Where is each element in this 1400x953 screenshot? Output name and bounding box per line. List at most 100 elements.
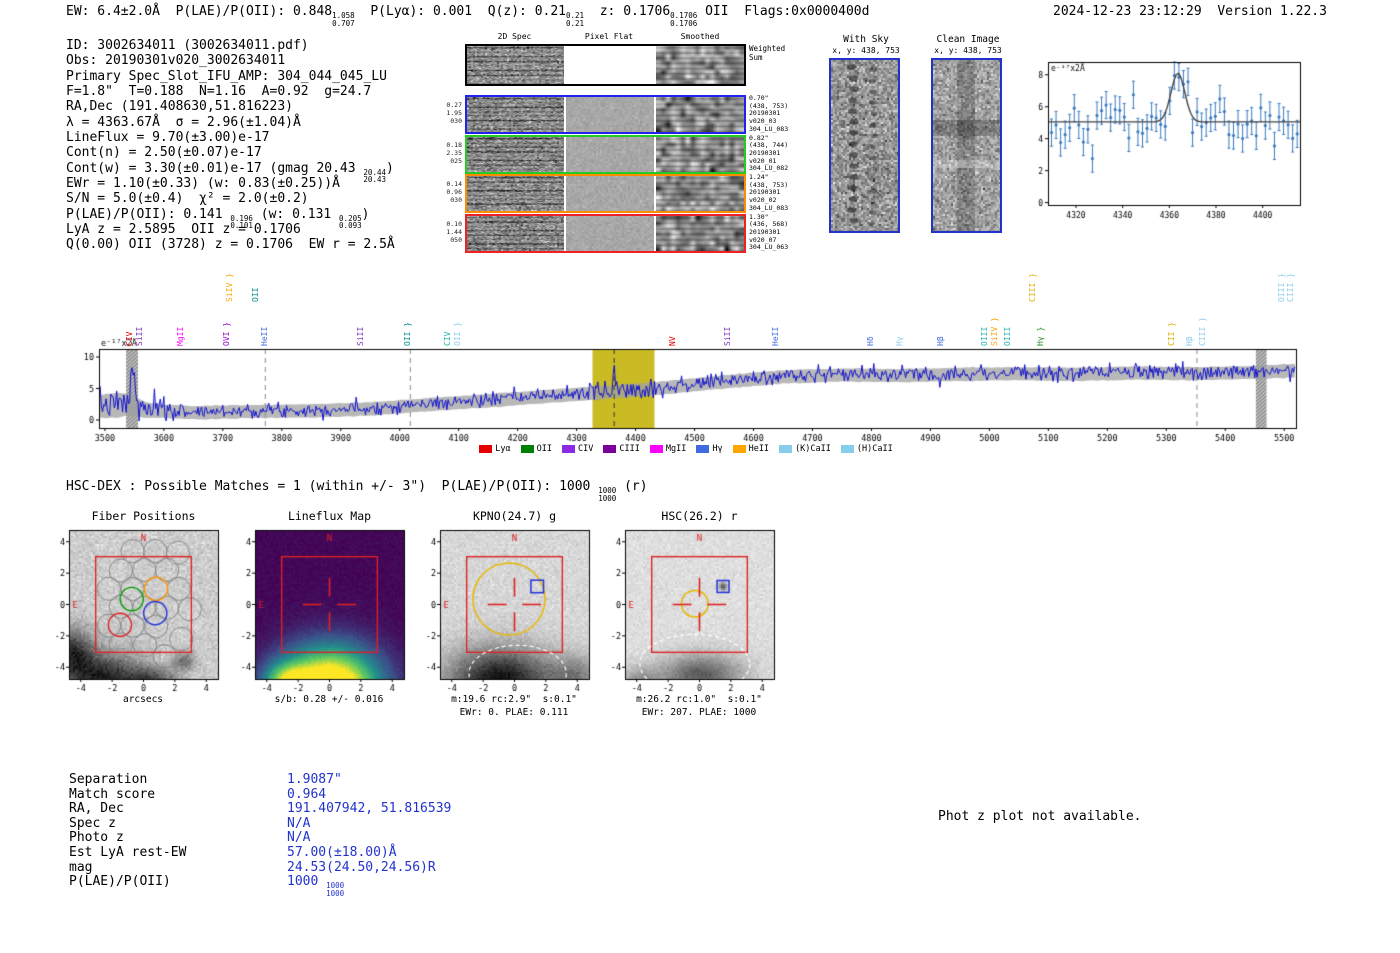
spectrum-line-label: SiIV } (989, 317, 999, 346)
info-line: λ = 4363.67Å σ = 2.96(±1.04)Å (66, 115, 395, 130)
row-2d-spec-canvas (467, 176, 564, 211)
weighted-smoothed-canvas (656, 46, 744, 84)
match-table-value: N/A (287, 830, 310, 845)
legend-item: (H)CaII (840, 444, 893, 454)
info-line: Q(0.00) OII (3728) z = 0.1706 EW r = 2.5… (66, 237, 395, 252)
match-table-row: mag 24.53(24.50,24.56)R (69, 860, 451, 875)
info-line: EWr = 1.10(±0.33) (w: 0.83(±0.25))Å (66, 176, 395, 191)
info-line: LineFlux = 9.70(±3.00)e-17 (66, 130, 395, 145)
legend-label: OII (536, 444, 552, 454)
full-spectrum-canvas (66, 338, 1306, 458)
text-segment: Primary Spec_Slot_IFU_AMP: 304_044_045_L… (66, 68, 387, 84)
kpno-g-caption2: EWr: 0. PLAE: 0.111 (459, 707, 569, 718)
spectrum-line-label: CII } (1166, 321, 1176, 346)
legend-swatch (696, 445, 710, 453)
photz-note: Phot z plot not available. (938, 809, 1142, 824)
match-table-value: 24.53(24.50,24.56)R (287, 860, 436, 875)
text-segment: P(LAE)/P(OII): 0.141 (66, 206, 231, 222)
spec2d-col-header-pixelflat: Pixel Flat (584, 32, 634, 41)
spectrum-line-label: CIII } (1197, 317, 1207, 346)
with-sky-title: With Sky (843, 34, 889, 45)
match-table-row: RA, Dec 191.407942, 51.816539 (69, 801, 451, 816)
spectrum-line-label: Hγ (894, 336, 904, 346)
hsc-dex-summary-line: HSC-DEX : Possible Matches = 1 (within +… (66, 479, 648, 502)
legend-item: OII (520, 444, 552, 454)
text-segment: 0.964 (287, 786, 327, 802)
match-table-label: RA, Dec (69, 801, 124, 817)
cutout-title-hsc-r: HSC(26.2) r (661, 509, 738, 523)
spectrum-line-label: OII } (402, 321, 412, 346)
clean-image-title: Clean Image (936, 34, 1000, 45)
spec2d-row (465, 174, 746, 213)
text-segment: λ = 4363.67Å σ = 2.96(±1.04)Å (66, 114, 301, 130)
spectrum-line-label: OIII (1002, 326, 1012, 346)
text-segment: P(Lyα): 0.001 Q(z): 0.21 (354, 4, 567, 19)
spec2d-row-annotation: 0.82" (438, 744) 20190301 v020_01 304_LU_082 (749, 133, 789, 173)
spectrum-line-label: Hδ (865, 336, 875, 346)
spectrum-legend: Lyα OII CIV CIII MgII Hγ HeII (K)CaII (H)CaII (66, 444, 1306, 454)
spec2d-row-left-labels: 0.27 1.95 030 (446, 101, 462, 125)
legend-swatch (779, 445, 793, 453)
info-line: Cont(n) = 2.50(±0.07)e-17 (66, 145, 395, 160)
spectrum-line-label: OII (250, 287, 260, 302)
text-segment: 1.9087" (287, 772, 342, 787)
cutout-title-lineflux-map: Lineflux Map (287, 509, 372, 523)
match-table-row: Photo z N/A (69, 830, 451, 845)
info-line: Cont(w) = 3.30(±0.01)e-17 (gmag 20.43 20… (66, 161, 395, 184)
catalog-match-table: Separation 1.9087" Match score 0.964 RA, Dec… (69, 772, 451, 897)
spectrum-line-label: SiII (135, 326, 145, 346)
match-table-value: 57.00(±18.00)Å (287, 845, 397, 860)
text-segment: z: 0.1706 (584, 4, 671, 19)
match-table-value: 191.407942, 51.816539 (287, 801, 451, 816)
spectrum-line-label: OII } (453, 321, 463, 346)
info-line: ID: 3002634011 (3002634011.pdf) (66, 38, 395, 53)
match-table-row: P(LAE)/P(OII) 1000 1000 1000 (69, 874, 451, 897)
spec2d-row-left-labels: 0.14 0.96 030 (446, 180, 462, 204)
kpno-g-canvas (409, 523, 595, 693)
text-segment: (w: 0.131 (252, 206, 340, 222)
lineflux-map-canvas (224, 523, 410, 693)
spectrum-line-label: SiIV } (224, 273, 234, 302)
spectrum-line-label: HeII (770, 326, 780, 346)
spectrum-line-label: NV (668, 336, 678, 346)
match-table-label: Est LyA rest-EW (69, 844, 187, 860)
info-line: Obs: 20190301v020_3002634011 (66, 53, 395, 68)
legend-swatch (649, 445, 663, 453)
legend-swatch (603, 445, 617, 453)
row-pixel-flat-canvas (566, 215, 654, 251)
cutout-title-kpno-g: KPNO(24.7) g (472, 509, 557, 523)
legend-swatch (840, 445, 854, 453)
legend-label: MgII (665, 444, 687, 454)
cutout-title-fiber-positions: Fiber Positions (91, 509, 196, 523)
legend-label: CIII (619, 444, 640, 454)
row-pixel-flat-canvas (566, 176, 654, 211)
legend-label: (H)CaII (856, 444, 893, 454)
legend-item: CIV (562, 444, 593, 454)
text-segment: RA,Dec (191.408630,51.816223) (66, 99, 293, 115)
spectrum-line-label: SiII (722, 326, 732, 346)
weighted-sum-strip (465, 44, 746, 86)
text-segment: ID: 3002634011 (3002634011.pdf) (66, 38, 309, 53)
legend-swatch (732, 445, 746, 453)
text-segment: ) (361, 206, 370, 222)
text-segment: EWr = 1.10(±0.33) (w: 0.83(±0.25))Å (66, 176, 340, 192)
stacked-fraction: 0.205 0.093 (339, 213, 362, 231)
match-table-row: Separation 1.9087" (69, 772, 451, 787)
spec2d-row (465, 213, 746, 253)
spectrum-line-label: CIII } (1028, 273, 1037, 302)
text-segment: LineFlux = 9.70(±3.00)e-17 (66, 130, 270, 146)
text-segment: S/N = 5.0(±0.4) χ² = 2.0(±0.2) (66, 191, 309, 207)
info-line: P(LAE)/P(OII): 0.141 0.196 0.101 (w: 0.13… (66, 206, 395, 230)
fiber-positions-canvas (38, 523, 224, 693)
stacked-fraction: 20.44 20.43 (363, 167, 386, 185)
spec2d-row-left-labels: 0.10 1.44 050 (446, 219, 462, 244)
match-table-value: 0.964 (287, 787, 326, 802)
spectrum-line-label: OVI } (221, 321, 231, 346)
weighted-sum-label-line: Sum (749, 52, 763, 62)
legend-item: Lyα (479, 444, 511, 454)
text-segment: Q(0.00) OII (3728) z = 0.1706 EW r = 2.5… (66, 237, 395, 253)
detection-info-block: ID: 3002634011 (3002634011.pdf) Obs: 2019… (66, 38, 395, 253)
legend-item: HeII (732, 444, 769, 454)
spec2d-row-annotation: 1.24" (438, 753) 20190301 v020_02 304_LU_083 (749, 173, 789, 212)
legend-item: MgII (649, 444, 687, 454)
